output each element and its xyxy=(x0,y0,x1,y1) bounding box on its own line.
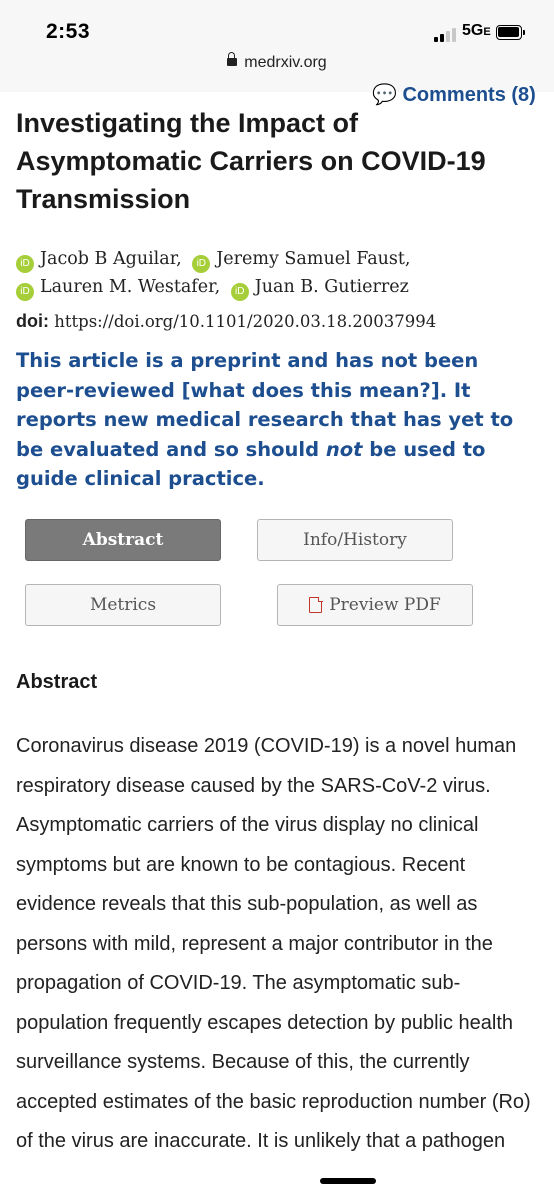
author-link[interactable]: iD Jacob B Aguilar, xyxy=(16,249,182,273)
tab-abstract[interactable]: Abstract xyxy=(25,519,221,561)
author-link[interactable]: iD Lauren M. Westafer, xyxy=(16,277,220,301)
tab-info-history[interactable]: Info/History xyxy=(257,519,453,561)
url-text: medrxiv.org xyxy=(244,54,327,71)
status-bar: 2:53 5GE medrxiv.org xyxy=(0,0,554,92)
doi-link[interactable]: https://doi.org/10.1101/2020.03.18.20037… xyxy=(54,312,436,331)
network-label: 5GE xyxy=(462,22,491,39)
signal-icon xyxy=(434,26,458,42)
abstract-text: Coronavirus disease 2019 (COVID-19) is a… xyxy=(16,735,531,1152)
abstract-heading: Abstract xyxy=(16,671,98,693)
author-list: iD Jacob B Aguilar, iD Jeremy Samuel Faust… xyxy=(16,245,536,301)
battery-icon xyxy=(496,25,526,42)
lock-icon xyxy=(227,52,238,66)
preview-pdf-button[interactable]: Preview PDF xyxy=(277,584,473,626)
orcid-icon: iD xyxy=(16,283,34,301)
preprint-notice: This article is a preprint and has not b… xyxy=(16,349,514,490)
author-link[interactable]: iD Juan B. Gutierrez xyxy=(230,277,409,301)
home-indicator[interactable] xyxy=(320,1178,376,1184)
doi-label: doi: xyxy=(16,311,49,331)
tab-metrics[interactable]: Metrics xyxy=(25,584,221,626)
orcid-icon: iD xyxy=(16,255,34,273)
comment-icon: 💬 xyxy=(372,84,397,106)
url-bar[interactable]: medrxiv.org xyxy=(0,52,554,72)
what-does-this-mean-link[interactable]: [what does this mean?] xyxy=(182,379,440,402)
orcid-icon: iD xyxy=(192,255,211,273)
author-link[interactable]: iD Jeremy Samuel Faust, xyxy=(192,249,410,273)
status-time: 2:53 xyxy=(46,20,91,43)
orcid-icon: iD xyxy=(230,283,249,301)
doi-line: doi: https://doi.org/10.1101/2020.03.18.… xyxy=(16,311,436,332)
pdf-icon xyxy=(309,596,323,613)
article-title: Investigating the Impact of Asymptomatic… xyxy=(16,108,486,214)
